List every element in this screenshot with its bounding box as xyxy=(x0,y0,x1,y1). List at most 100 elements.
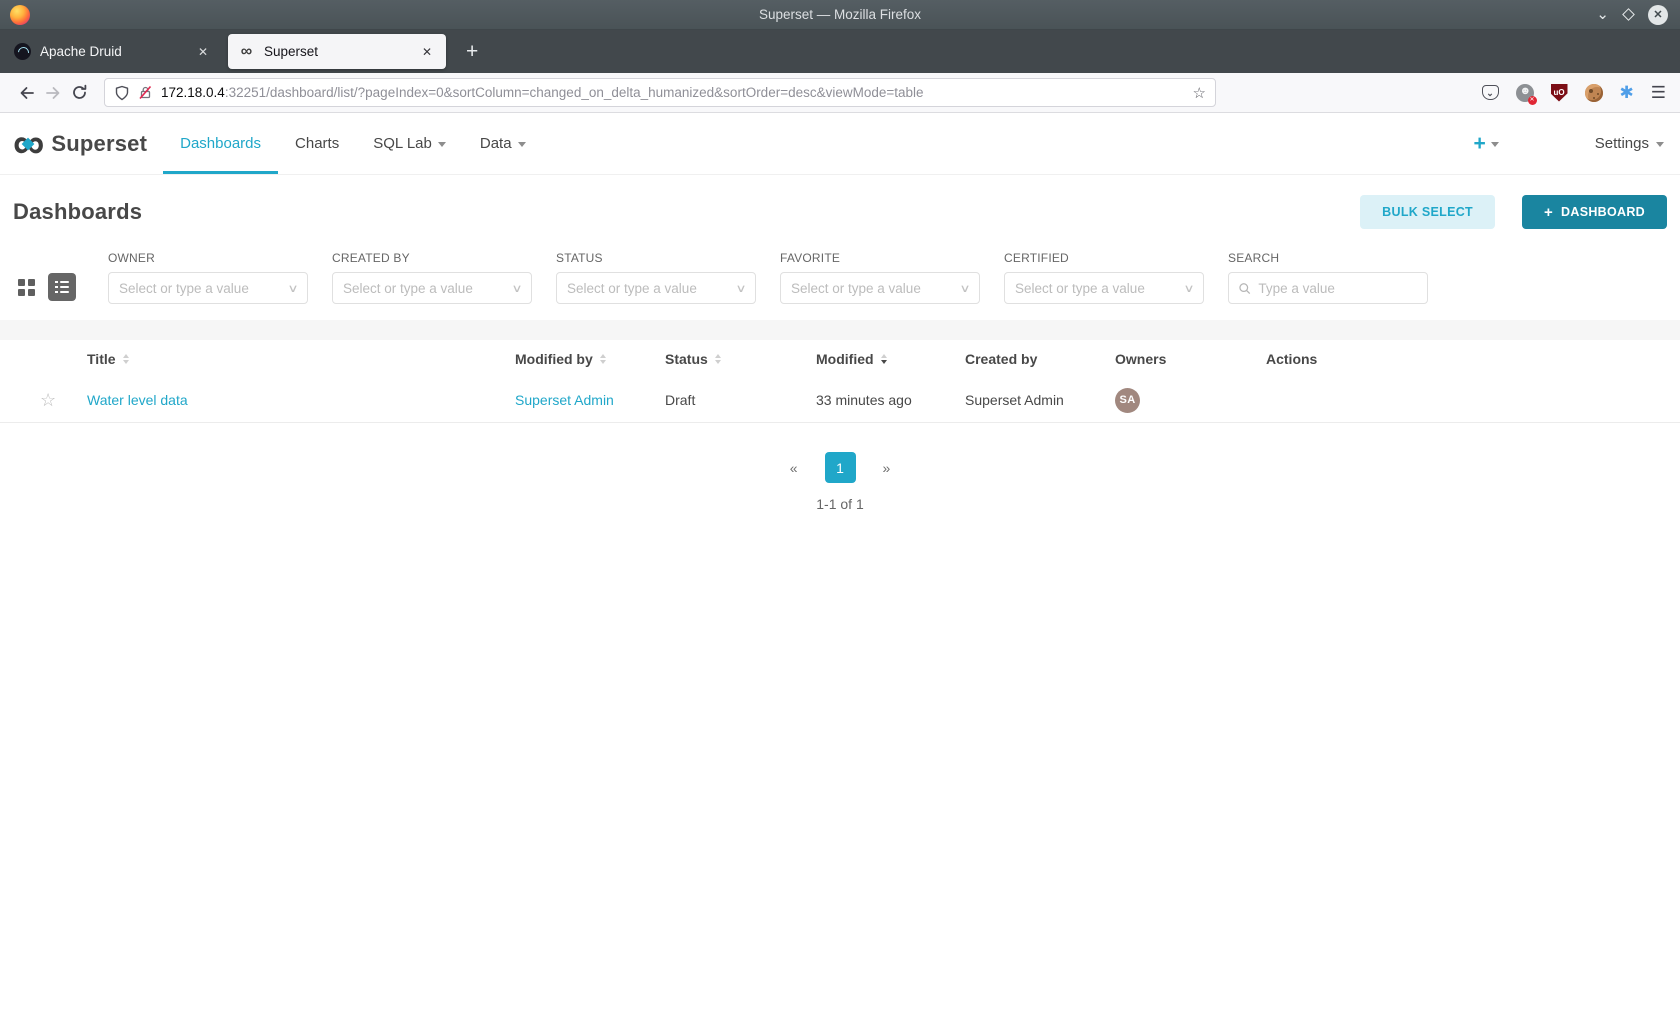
sort-icon xyxy=(123,354,129,364)
superset-favicon-icon: ∞ xyxy=(238,43,255,60)
list-view-toggle-icon[interactable] xyxy=(48,273,76,301)
filter-bar: OWNER Select or type a value CREATED BY … xyxy=(0,239,1680,320)
nav-item-sql-lab[interactable]: SQL Lab xyxy=(356,113,463,174)
page-title: Dashboards xyxy=(13,199,142,225)
browser-tab-apache-druid[interactable]: Apache Druid xyxy=(4,34,222,69)
sort-desc-icon xyxy=(881,354,887,364)
url-path: :32251/dashboard/list/?pageIndex=0&sortC… xyxy=(225,85,924,100)
column-header-modified-by[interactable]: Modified by xyxy=(515,351,665,367)
add-new-dropdown[interactable]: + xyxy=(1474,134,1499,154)
plus-icon: + xyxy=(1474,134,1486,154)
new-dashboard-button[interactable]: DASHBOARD xyxy=(1522,195,1667,229)
apache-druid-favicon-icon xyxy=(14,43,31,60)
nav-item-data[interactable]: Data xyxy=(463,113,543,174)
chevron-down-icon xyxy=(1491,142,1499,147)
insecure-lock-icon[interactable] xyxy=(138,85,153,100)
main-nav: Dashboards Charts SQL Lab Data xyxy=(163,113,542,174)
column-header-title[interactable]: Title xyxy=(87,351,515,367)
filter-certified: CERTIFIED Select or type a value xyxy=(1004,251,1204,304)
tracking-shield-icon[interactable] xyxy=(114,85,130,101)
card-view-toggle-icon[interactable] xyxy=(18,279,35,296)
extension-asterisk-icon[interactable] xyxy=(1620,84,1634,101)
window-title: Superset — Mozilla Firefox xyxy=(759,7,921,22)
chevron-down-icon xyxy=(1183,282,1194,295)
modified-by-link[interactable]: Superset Admin xyxy=(515,392,614,408)
created-by-select[interactable]: Select or type a value xyxy=(332,272,532,304)
settings-menu[interactable]: Settings xyxy=(1595,135,1664,152)
filter-search: SEARCH xyxy=(1228,251,1428,304)
window-titlebar: Superset — Mozilla Firefox ⌄ ✕ xyxy=(0,0,1680,30)
browser-toolbar: 172.18.0.4:32251/dashboard/list/?pageInd… xyxy=(0,73,1680,113)
tab-close-icon[interactable] xyxy=(194,43,212,61)
pagination-prev-button[interactable]: « xyxy=(786,456,802,480)
dashboard-title-link[interactable]: Water level data xyxy=(87,392,188,408)
pocket-icon[interactable] xyxy=(1482,85,1499,100)
back-button[interactable] xyxy=(14,80,40,106)
filter-status: STATUS Select or type a value xyxy=(556,251,756,304)
pagination: « 1 » xyxy=(0,452,1680,483)
status-cell: Draft xyxy=(665,392,816,408)
menu-hamburger-icon[interactable] xyxy=(1651,83,1666,103)
modified-cell: 33 minutes ago xyxy=(816,392,965,408)
chevron-down-icon xyxy=(438,142,446,147)
column-header-created-by: Created by xyxy=(965,351,1115,367)
certified-select[interactable]: Select or type a value xyxy=(1004,272,1204,304)
brand-name: Superset xyxy=(51,131,147,157)
superset-logo[interactable]: ∞ Superset xyxy=(13,113,147,174)
chevron-down-icon xyxy=(518,142,526,147)
browser-tab-superset[interactable]: ∞ Superset xyxy=(228,34,446,69)
owner-select[interactable]: Select or type a value xyxy=(108,272,308,304)
cookie-extension-icon[interactable] xyxy=(1585,84,1603,102)
url-text: 172.18.0.4:32251/dashboard/list/?pageInd… xyxy=(161,85,924,100)
tab-close-icon[interactable] xyxy=(418,43,436,61)
column-header-modified[interactable]: Modified xyxy=(816,351,965,367)
window-close-button[interactable]: ✕ xyxy=(1648,5,1668,25)
new-tab-button[interactable] xyxy=(460,40,484,64)
search-icon xyxy=(1238,281,1251,296)
table-row: Water level data Superset Admin Draft 33… xyxy=(0,378,1680,423)
window-maximize-button[interactable] xyxy=(1622,8,1635,21)
ublock-origin-icon[interactable] xyxy=(1551,84,1568,102)
superset-infinity-icon: ∞ xyxy=(13,124,42,164)
plus-icon xyxy=(1544,204,1553,221)
filter-created-by: CREATED BY Select or type a value xyxy=(332,251,532,304)
owner-avatar[interactable]: SA xyxy=(1115,388,1140,413)
privacy-extension-icon[interactable] xyxy=(1516,84,1534,102)
column-header-owners: Owners xyxy=(1115,351,1266,367)
pagination-summary: 1-1 of 1 xyxy=(0,496,1680,512)
forward-button[interactable] xyxy=(40,80,66,106)
column-header-status[interactable]: Status xyxy=(665,351,816,367)
bookmark-star-icon[interactable] xyxy=(1193,84,1206,102)
url-host: 172.18.0.4 xyxy=(161,85,225,100)
chevron-down-icon xyxy=(511,282,522,295)
tab-title: Superset xyxy=(264,44,318,59)
table-top-divider xyxy=(0,320,1680,340)
pagination-page-1[interactable]: 1 xyxy=(825,452,856,483)
filter-favorite: FAVORITE Select or type a value xyxy=(780,251,980,304)
sort-icon xyxy=(715,354,721,364)
url-bar[interactable]: 172.18.0.4:32251/dashboard/list/?pageInd… xyxy=(104,78,1216,107)
chevron-down-icon xyxy=(287,282,298,295)
browser-tab-bar: Apache Druid ∞ Superset xyxy=(0,30,1680,73)
status-select[interactable]: Select or type a value xyxy=(556,272,756,304)
search-input[interactable] xyxy=(1258,281,1418,296)
filter-owner: OWNER Select or type a value xyxy=(108,251,308,304)
created-by-cell: Superset Admin xyxy=(965,392,1115,408)
chevron-down-icon xyxy=(1656,142,1664,147)
chevron-down-icon xyxy=(735,282,746,295)
bulk-select-button[interactable]: BULK SELECT xyxy=(1360,195,1495,229)
reload-button[interactable] xyxy=(66,80,92,106)
chevron-down-icon xyxy=(959,282,970,295)
pagination-next-button[interactable]: » xyxy=(879,456,895,480)
tab-title: Apache Druid xyxy=(40,44,122,59)
favorite-select[interactable]: Select or type a value xyxy=(780,272,980,304)
column-header-actions: Actions xyxy=(1266,351,1680,367)
window-minimize-button[interactable]: ⌄ xyxy=(1596,10,1609,20)
table-header-row: Title Modified by Status Modified Create… xyxy=(0,340,1680,378)
firefox-logo-icon xyxy=(10,5,30,25)
favorite-star-icon[interactable] xyxy=(40,390,87,411)
sort-icon xyxy=(600,354,606,364)
nav-item-dashboards[interactable]: Dashboards xyxy=(163,113,278,174)
nav-item-charts[interactable]: Charts xyxy=(278,113,356,174)
superset-navbar: ∞ Superset Dashboards Charts SQL Lab Dat… xyxy=(0,113,1680,175)
